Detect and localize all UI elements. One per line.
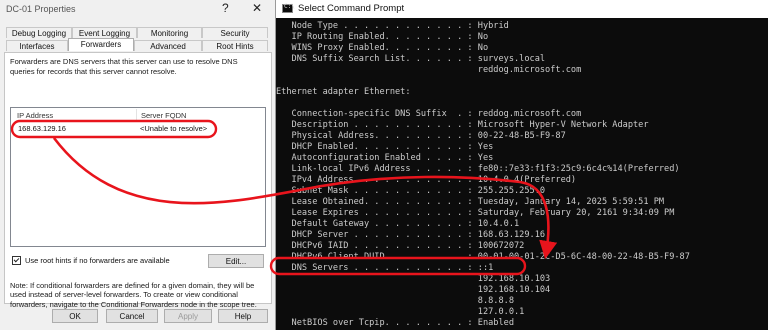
column-header-server-fqdn[interactable]: Server FQDN — [141, 111, 186, 120]
console-line: 192.168.10.104 — [276, 285, 551, 295]
console-line: Lease Obtained. . . . . . . . . . : Tues… — [276, 197, 665, 207]
edit-button[interactable]: Edit... — [208, 254, 264, 268]
console-line: IP Routing Enabled. . . . . . . . : No — [276, 32, 489, 42]
terminal-icon: C:\ — [282, 3, 295, 13]
console-line: Autoconfiguration Enabled . . . . : Yes — [276, 153, 494, 163]
console-output[interactable]: Node Type . . . . . . . . . . . . : Hybr… — [276, 21, 768, 330]
tab-forwarders[interactable]: Forwarders — [68, 38, 134, 51]
console-line: 8.8.8.8 — [276, 296, 514, 306]
tab-debug-logging[interactable]: Debug Logging — [6, 27, 72, 38]
dialog-title: DC-01 Properties — [6, 4, 76, 14]
console-line: WINS Proxy Enabled. . . . . . . . : No — [276, 43, 489, 53]
console-line: DHCP Enabled. . . . . . . . . . . : Yes — [276, 142, 494, 152]
console-line: DHCPv6 Client DUID. . . . . . . . : 00-0… — [276, 252, 690, 262]
cmd-window-title: Select Command Prompt — [298, 3, 405, 14]
console-line: IPv4 Address. . . . . . . . . . . : 10.4… — [276, 175, 577, 185]
console-line: Default Gateway . . . . . . . . . : 10.4… — [276, 219, 520, 229]
terminal-icon-text: C:\ — [284, 3, 295, 10]
apply-button[interactable]: Apply — [164, 309, 212, 323]
console-line: 127.0.0.1 — [276, 307, 525, 317]
console-line: Lease Expires . . . . . . . . . . : Satu… — [276, 208, 675, 218]
row-server-fqdn: <Unable to resolve> — [140, 124, 208, 133]
console-line: DNS Suffix Search List. . . . . . : surv… — [276, 54, 546, 64]
close-icon[interactable]: ✕ — [252, 1, 262, 15]
forwarders-list[interactable]: IP Address Server FQDN 168.63.129.16 <Un… — [10, 107, 266, 247]
tab-event-logging[interactable]: Event Logging — [72, 27, 137, 38]
console-line: Description . . . . . . . . . . . : Micr… — [276, 120, 649, 130]
console-line: DNS Servers . . . . . . . . . . . : ::1 — [276, 263, 494, 273]
tab-security[interactable]: Security — [202, 27, 268, 38]
column-divider — [136, 109, 137, 121]
console-line: NetBIOS over Tcpip. . . . . . . . : Enab… — [276, 318, 514, 328]
console-line: 192.168.10.103 — [276, 274, 551, 284]
forwarders-description: Forwarders are DNS servers that this ser… — [10, 57, 238, 76]
tab-interfaces[interactable]: Interfaces — [6, 40, 68, 51]
command-prompt-window: C:\ Select Command Prompt Node Type . . … — [276, 0, 768, 330]
console-line: DHCPv6 IAID . . . . . . . . . . . : 1006… — [276, 241, 525, 251]
console-line: Subnet Mask . . . . . . . . . . . : 255.… — [276, 186, 546, 196]
help-icon[interactable]: ? — [222, 1, 229, 15]
use-root-hints-label: Use root hints if no forwarders are avai… — [25, 256, 170, 265]
cmd-title-bar[interactable]: C:\ Select Command Prompt — [276, 0, 768, 18]
console-line: DHCP Server . . . . . . . . . . . : 168.… — [276, 230, 546, 240]
tab-root-hints[interactable]: Root Hints — [202, 40, 268, 51]
tab-monitoring[interactable]: Monitoring — [137, 27, 202, 38]
cancel-button[interactable]: Cancel — [106, 309, 158, 323]
console-line: Ethernet adapter Ethernet: — [276, 87, 411, 97]
use-root-hints-checkbox[interactable] — [12, 256, 21, 265]
column-header-ip-address[interactable]: IP Address — [17, 111, 53, 120]
table-row[interactable]: 168.63.129.16 <Unable to resolve> — [12, 123, 262, 133]
help-button[interactable]: Help — [218, 309, 268, 323]
row-ip-address: 168.63.129.16 — [18, 124, 66, 133]
console-line: Physical Address. . . . . . . . . : 00-2… — [276, 131, 566, 141]
console-line: Node Type . . . . . . . . . . . . : Hybr… — [276, 21, 509, 31]
tab-advanced[interactable]: Advanced — [134, 40, 202, 51]
console-line: Link-local IPv6 Address . . . . . : fe80… — [276, 164, 680, 174]
ok-button[interactable]: OK — [52, 309, 98, 323]
console-line: Connection-specific DNS Suffix . : reddo… — [276, 109, 582, 119]
console-line: reddog.microsoft.com — [276, 65, 582, 75]
conditional-forwarders-note: Note: If conditional forwarders are defi… — [10, 281, 257, 309]
properties-dialog: DC-01 Properties ? ✕ Debug Logging Event… — [0, 0, 276, 330]
